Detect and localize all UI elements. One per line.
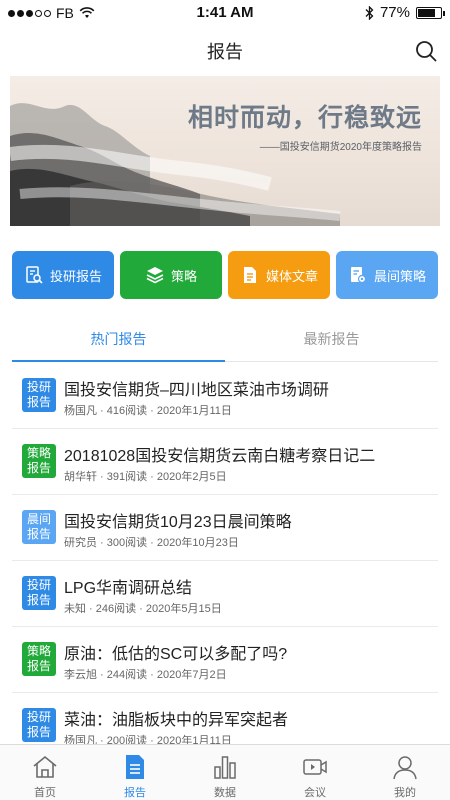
report-tabs: 热门报告 最新报告	[12, 320, 438, 362]
video-icon	[303, 759, 327, 775]
tab-hot-reports[interactable]: 热门报告	[12, 320, 225, 362]
quick-actions: 投研报告 策略 媒体文章 晨间策略	[12, 251, 438, 299]
report-type-badge: 策略 报告	[22, 642, 56, 676]
home-icon	[33, 755, 57, 778]
tab-data[interactable]: 数据	[180, 745, 270, 800]
tab-reports-label: 报告	[124, 787, 146, 799]
list-item[interactable]: 策略 报告 原油：低估的SC可以多配了吗? 李云旭 · 244阅读 · 2020…	[12, 627, 438, 693]
report-title: LPG华南调研总结	[64, 580, 193, 597]
tab-data-label: 数据	[214, 787, 236, 799]
banner-title: 相时而动，行稳致远	[187, 104, 422, 132]
user-icon	[393, 756, 417, 780]
page-title: 报告	[207, 42, 243, 62]
morning-strategy-label: 晨间策略	[373, 268, 426, 284]
banner[interactable]: 相时而动，行稳致远 ——国投安信期货2020年度策略报告	[10, 76, 440, 226]
morning-report-icon	[350, 267, 367, 284]
report-type-badge: 投研 报告	[22, 708, 56, 742]
document-icon	[243, 267, 256, 283]
research-report-label: 投研报告	[49, 268, 102, 284]
report-title: 国投安信期货–四川地区菜油市场调研	[64, 382, 329, 399]
report-type-badge: 投研 报告	[22, 576, 56, 610]
report-meta: 杨国凡 · 416阅读 · 2020年1月11日	[64, 405, 232, 417]
list-item[interactable]: 投研 报告 LPG华南调研总结 未知 · 246阅读 · 2020年5月15日	[12, 561, 438, 627]
research-report-button[interactable]: 投研报告	[12, 251, 114, 299]
report-type-badge: 策略 报告	[22, 444, 56, 478]
strategy-button[interactable]: 策略	[120, 251, 222, 299]
bottom-tab-bar: 首页 报告 数据 会议 我的	[0, 744, 450, 800]
strategy-label: 策略	[170, 268, 197, 284]
tab-home-label: 首页	[34, 787, 56, 799]
report-type-badge: 晨间 报告	[22, 510, 56, 544]
battery-icon	[416, 6, 445, 19]
tab-home[interactable]: 首页	[0, 745, 90, 800]
morning-strategy-button[interactable]: 晨间策略	[336, 251, 438, 299]
report-meta: 未知 · 246阅读 · 2020年5月15日	[64, 603, 222, 615]
tab-latest-reports[interactable]: 最新报告	[225, 320, 438, 361]
status-right: 77%	[365, 4, 445, 21]
search-icon[interactable]	[414, 39, 438, 63]
media-articles-label: 媒体文章	[265, 268, 318, 284]
report-title: 原油：低估的SC可以多配了吗?	[64, 646, 288, 663]
battery-percent: 77%	[379, 4, 410, 21]
report-search-icon	[26, 266, 43, 284]
report-title: 菜油：油脂板块中的异军突起者	[64, 712, 289, 729]
report-meta: 胡华轩 · 391阅读 · 2020年2月5日	[64, 471, 227, 483]
tab-reports[interactable]: 报告	[90, 745, 180, 800]
media-articles-button[interactable]: 媒体文章	[228, 251, 330, 299]
tab-profile-label: 我的	[394, 787, 416, 799]
status-bar: FB 1:41 AM 77%	[0, 0, 450, 26]
list-item[interactable]: 投研 报告 国投安信期货–四川地区菜油市场调研 杨国凡 · 416阅读 · 20…	[12, 363, 438, 429]
list-item[interactable]: 晨间 报告 国投安信期货10月23日晨间策略 研究员 · 300阅读 · 202…	[12, 495, 438, 561]
chart-icon	[214, 756, 236, 779]
report-meta: 李云旭 · 244阅读 · 2020年7月2日	[64, 669, 227, 681]
tab-meeting-label: 会议	[304, 787, 326, 799]
banner-subtitle: ——国投安信期货2020年度策略报告	[259, 142, 422, 153]
tab-profile[interactable]: 我的	[360, 745, 450, 800]
report-icon	[126, 755, 144, 779]
layers-icon	[146, 267, 164, 284]
report-meta: 研究员 · 300阅读 · 2020年10月23日	[64, 537, 239, 549]
report-list: 投研 报告 国投安信期货–四川地区菜油市场调研 杨国凡 · 416阅读 · 20…	[0, 363, 450, 759]
report-type-badge: 投研 报告	[22, 378, 56, 412]
nav-bar: 报告	[0, 26, 450, 76]
report-title: 20181028国投安信期货云南白糖考察日记二	[64, 448, 376, 465]
list-item[interactable]: 策略 报告 20181028国投安信期货云南白糖考察日记二 胡华轩 · 391阅…	[12, 429, 438, 495]
report-title: 国投安信期货10月23日晨间策略	[64, 514, 292, 531]
tab-meeting[interactable]: 会议	[270, 745, 360, 800]
bluetooth-icon	[365, 5, 374, 20]
